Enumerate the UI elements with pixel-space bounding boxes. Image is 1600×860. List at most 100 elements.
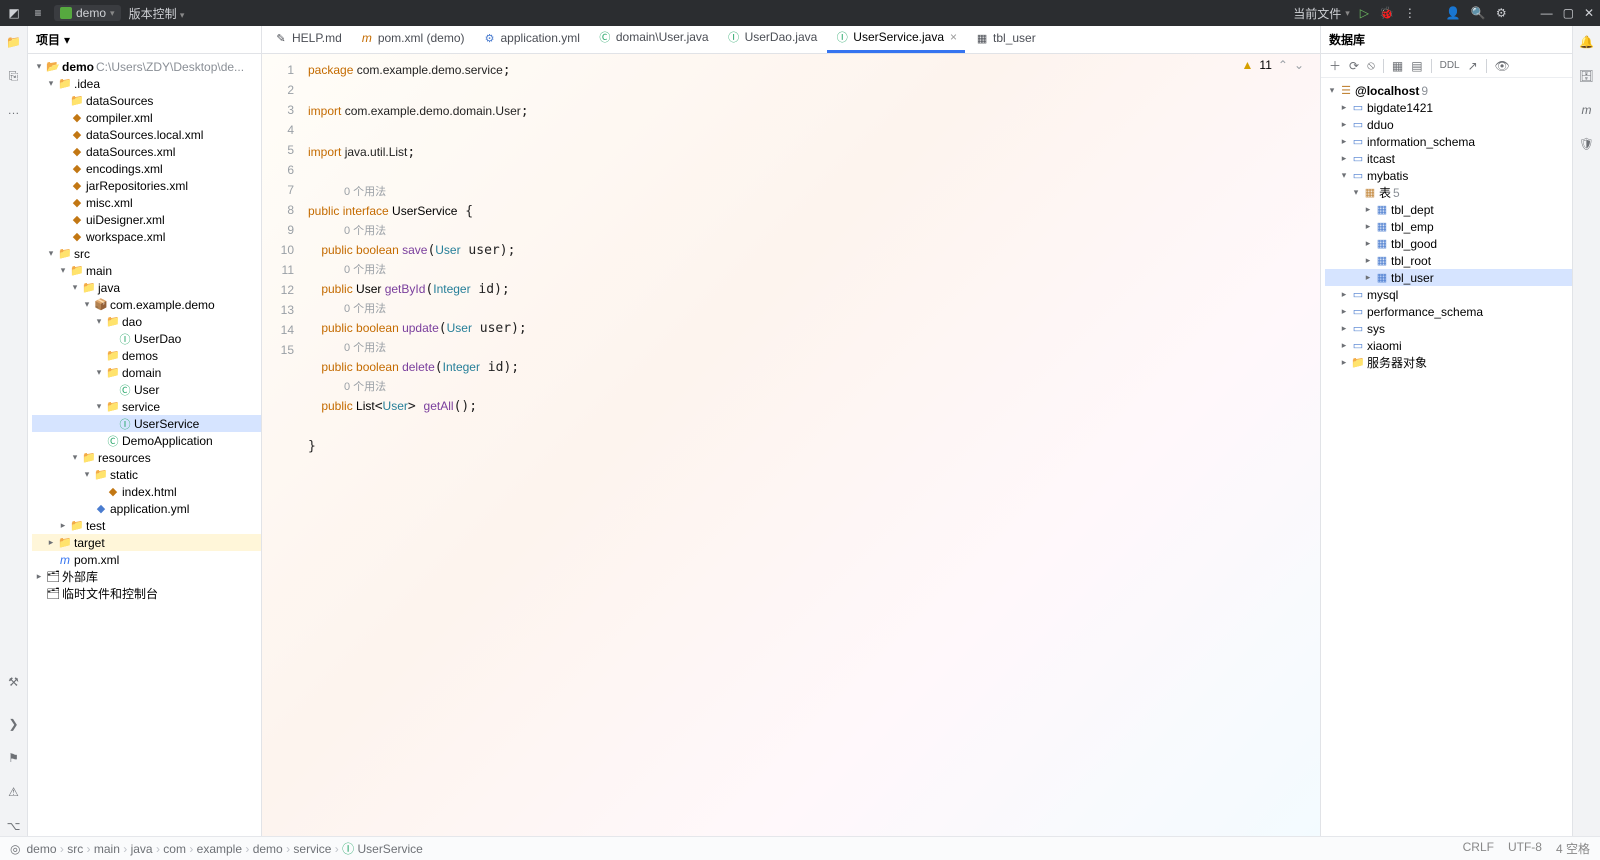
tree-arrow-icon[interactable]: ▸ [1363,255,1373,266]
tree-arrow-icon[interactable]: ▸ [1339,136,1349,147]
vcs-menu[interactable]: 版本控制 ▾ [129,5,185,22]
debug-icon[interactable]: 🐞 [1379,6,1394,20]
tree-arrow-icon[interactable]: ▸ [1363,221,1373,232]
tree-row[interactable]: 🗂 临时文件和控制台 [32,585,261,602]
tree-row[interactable]: ◆ dataSources.local.xml [32,126,261,143]
tree-row[interactable]: ▾ 📁 resources [32,449,261,466]
tree-row[interactable]: ▸ 📁 target [32,534,261,551]
tree-arrow-icon[interactable]: ▾ [82,469,92,480]
tree-row[interactable]: ◆ workspace.xml [32,228,261,245]
tree-row[interactable]: ◆ application.yml [32,500,261,517]
tree-row[interactable]: ▸ ▭ mysql [1325,286,1572,303]
code-editor[interactable]: 123456789101112131415 package com.exampl… [262,54,1320,836]
breadcrumb-item[interactable]: main [94,842,120,856]
project-selector[interactable]: demo ▾ [54,5,121,21]
jump-icon[interactable]: ↗ [1468,59,1478,73]
notifications-icon[interactable]: 🔔 [1577,32,1597,52]
tree-arrow-icon[interactable]: ▸ [1339,340,1349,351]
tree-arrow-icon[interactable]: ▸ [1339,153,1349,164]
tree-row[interactable]: Ⓘ UserDao [32,330,261,347]
tree-arrow-icon[interactable]: ▾ [46,248,56,259]
add-icon[interactable]: ＋ [1329,57,1341,74]
tree-arrow-icon[interactable]: ▾ [70,282,80,293]
editor-tab[interactable]: ✎ HELP.md [266,27,350,53]
status-encoding[interactable]: UTF-8 [1508,840,1542,857]
tree-arrow-icon[interactable]: ▸ [1363,272,1373,283]
tree-row[interactable]: Ⓒ User [32,381,261,398]
database-strip-icon[interactable]: 🗄 [1577,66,1597,86]
tree-row[interactable]: ▾ 📦 com.example.demo [32,296,261,313]
breadcrumb-item[interactable]: java [131,842,153,856]
tree-row[interactable]: ▾ 📁 src [32,245,261,262]
tree-row[interactable]: 📁 dataSources [32,92,261,109]
breadcrumb-item[interactable]: com [163,842,186,856]
tree-arrow-icon[interactable]: ▸ [1339,102,1349,113]
tree-row[interactable]: m pom.xml [32,551,261,568]
tree-arrow-icon[interactable]: ▾ [82,299,92,310]
chevron-up-icon[interactable]: ⌃ [1278,58,1288,72]
editor-tab[interactable]: m pom.xml (demo) [352,27,473,53]
search-icon[interactable]: 🔍 [1471,6,1486,20]
tree-row[interactable]: ▸ 🗂 外部库 [32,568,261,585]
tree-row[interactable]: 📁 demos [32,347,261,364]
tree-row[interactable]: ▾ 📁 dao [32,313,261,330]
git-tool-icon[interactable]: ⌥ [4,816,24,836]
tree-arrow-icon[interactable]: ▾ [94,367,104,378]
tree-arrow-icon[interactable]: ▾ [1327,85,1337,96]
tree-arrow-icon[interactable]: ▸ [1339,119,1349,130]
close-icon[interactable]: ✕ [1584,6,1594,20]
tree-arrow-icon[interactable]: ▸ [1363,204,1373,215]
tree-row[interactable]: ▸ ▭ itcast [1325,150,1572,167]
tree-arrow-icon[interactable]: ▾ [94,401,104,412]
close-tab-icon[interactable]: × [950,30,957,44]
run-icon[interactable]: ▷ [1360,6,1369,20]
chevron-down-icon[interactable]: ⌄ [1294,58,1304,72]
chevron-down-icon[interactable]: ▾ [64,33,70,47]
tree-row[interactable]: ▸ ▭ xiaomi [1325,337,1572,354]
tree-row[interactable]: ▸ ▭ bigdate1421 [1325,99,1572,116]
tree-row[interactable]: ▸ ▦ tbl_good [1325,235,1572,252]
tree-arrow-icon[interactable]: ▾ [1351,187,1361,198]
tree-arrow-icon[interactable]: ▸ [1339,306,1349,317]
visibility-icon[interactable]: 👁 [1495,59,1510,73]
tree-arrow-icon[interactable]: ▸ [1339,289,1349,300]
breadcrumb-item[interactable]: demo [253,842,283,856]
tree-row[interactable]: ▸ ▦ tbl_emp [1325,218,1572,235]
tree-row[interactable]: ◆ jarRepositories.xml [32,177,261,194]
more-icon[interactable]: ⋮ [1404,6,1416,20]
editor-tab[interactable]: ⚙ application.yml [475,27,588,53]
minimize-icon[interactable]: — [1541,6,1553,20]
tree-row[interactable]: ▾ 📁 main [32,262,261,279]
tree-arrow-icon[interactable]: ▾ [94,316,104,327]
maven-icon[interactable]: m [1577,100,1597,120]
tree-row[interactable]: ◆ misc.xml [32,194,261,211]
tree-row[interactable]: ◆ compiler.xml [32,109,261,126]
editor-tab[interactable]: Ⓘ UserService.java × [827,25,965,53]
run-config-selector[interactable]: 当前文件 ▾ [1293,5,1350,22]
tree-arrow-icon[interactable]: ▾ [58,265,68,276]
tree-arrow-icon[interactable]: ▸ [34,571,44,582]
tree-row[interactable]: ▾ 📁 static [32,466,261,483]
tree-arrow-icon[interactable]: ▸ [46,537,56,548]
editor-tab[interactable]: ▦ tbl_user [967,27,1044,53]
tree-row[interactable]: ▸ 📁 服务器对象 [1325,354,1572,371]
tree-arrow-icon[interactable]: ▾ [70,452,80,463]
status-crlf[interactable]: CRLF [1463,840,1494,857]
ddl-icon[interactable]: DDL [1440,60,1460,71]
maximize-icon[interactable]: ▢ [1563,6,1574,20]
code-content[interactable]: package com.example.demo.service; import… [302,54,1320,836]
bookmarks-tool-icon[interactable]: ⚑ [4,748,24,768]
tree-row[interactable]: ▸ 📁 test [32,517,261,534]
tree-row[interactable]: ▸ ▭ performance_schema [1325,303,1572,320]
status-indent[interactable]: 4 空格 [1556,840,1590,857]
tree-row[interactable]: ▸ ▦ tbl_root [1325,252,1572,269]
terminal-tool-icon[interactable]: ❯ [4,714,24,734]
tree-row[interactable]: ▸ ▦ tbl_user [1325,269,1572,286]
nav-target-icon[interactable]: ◎ [10,842,20,856]
tree-arrow-icon[interactable]: ▾ [1339,170,1349,181]
editor-tab[interactable]: Ⓘ UserDao.java [719,25,826,53]
breadcrumb-item[interactable]: src [67,842,83,856]
tree-arrow-icon[interactable]: ▸ [58,520,68,531]
tree-row[interactable]: Ⓒ DemoApplication [32,432,261,449]
tree-row[interactable]: ◆ dataSources.xml [32,143,261,160]
